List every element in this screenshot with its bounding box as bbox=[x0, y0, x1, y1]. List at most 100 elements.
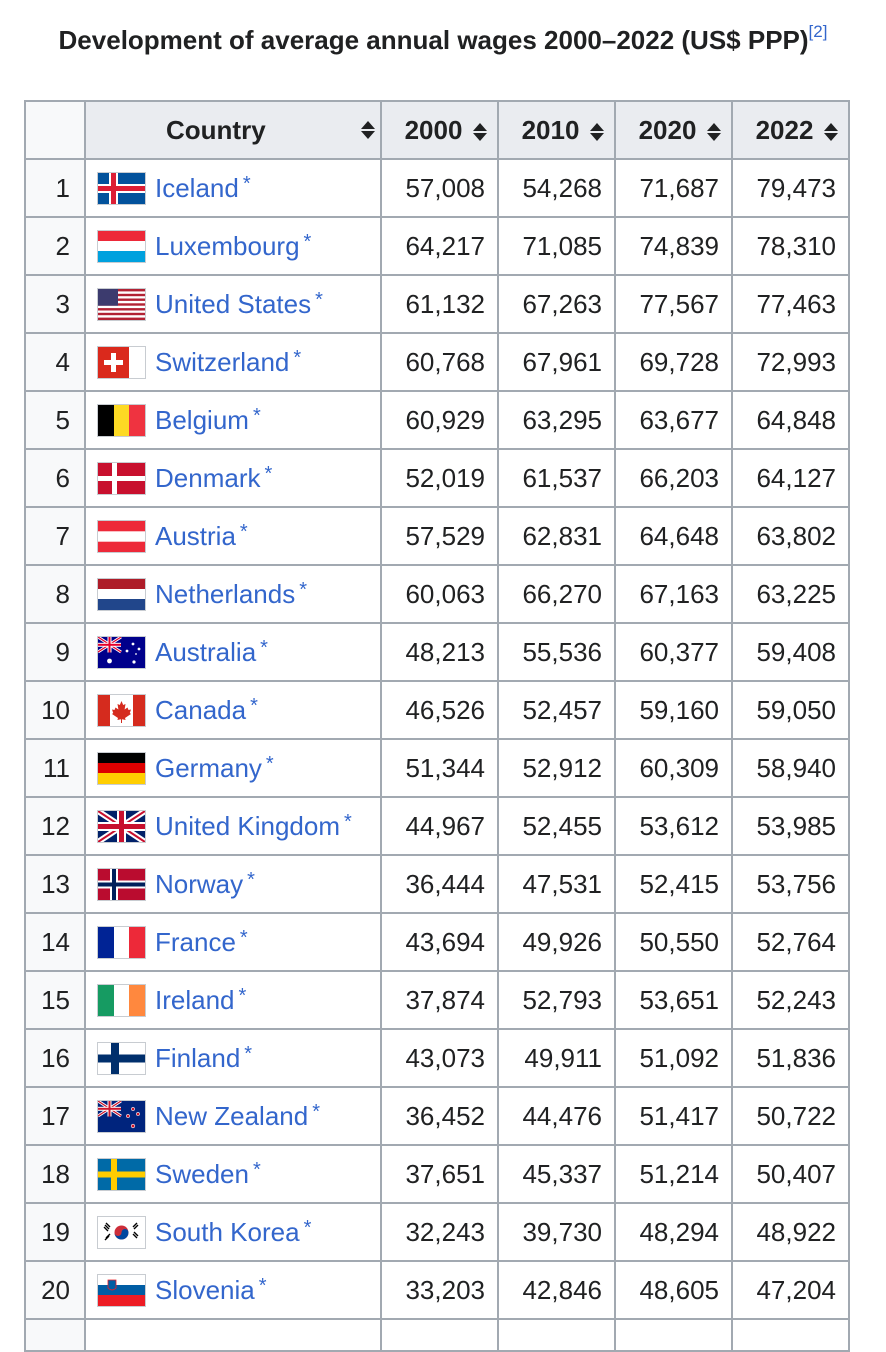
united-states-flag-icon[interactable] bbox=[98, 288, 145, 320]
asterisk-link[interactable]: * bbox=[259, 1275, 267, 1298]
country-link[interactable]: New Zealand bbox=[155, 1101, 308, 1132]
wage-2022-cell: 79,473 bbox=[731, 158, 850, 218]
france-flag-icon[interactable] bbox=[98, 926, 145, 958]
rank-cell: 1 bbox=[24, 158, 86, 218]
switzerland-flag-icon[interactable] bbox=[98, 346, 145, 378]
united-kingdom-flag-icon[interactable] bbox=[98, 810, 145, 842]
country-cell: Sweden * bbox=[84, 1144, 382, 1204]
australia-flag-icon[interactable] bbox=[98, 636, 145, 668]
country-link[interactable]: United Kingdom bbox=[155, 811, 340, 842]
wage-2022-cell: 50,407 bbox=[731, 1144, 850, 1204]
table-row: 6 Denmark * 52,019 61,537 66,203 64,127 bbox=[24, 448, 850, 508]
asterisk-link[interactable]: * bbox=[253, 405, 261, 428]
wage-2000-cell: 43,694 bbox=[380, 912, 499, 972]
asterisk-link[interactable]: * bbox=[260, 637, 268, 660]
asterisk-link[interactable]: * bbox=[253, 1159, 261, 1182]
table-row: 5 Belgium * 60,929 63,295 63,677 64,848 bbox=[24, 390, 850, 450]
asterisk-link[interactable]: * bbox=[304, 231, 312, 254]
table-row: 12 United Kingdom * 44,967 52,455 53,612 53,98… bbox=[24, 796, 850, 856]
country-link[interactable]: Luxembourg bbox=[155, 231, 300, 262]
wage-2000-cell: 60,929 bbox=[380, 390, 499, 450]
year-2020-label: 2020 bbox=[638, 114, 697, 145]
reference-link[interactable]: [2] bbox=[809, 22, 828, 41]
table-row: 20 Slovenia * 33,203 42,846 48,605 47,204 bbox=[24, 1260, 850, 1320]
wage-2010-cell: 49,911 bbox=[497, 1028, 616, 1088]
year-2000-label: 2000 bbox=[404, 114, 463, 145]
south-korea-flag-icon[interactable] bbox=[98, 1216, 145, 1248]
asterisk-link[interactable]: * bbox=[264, 463, 272, 486]
country-link[interactable]: Switzerland bbox=[155, 347, 289, 378]
asterisk-link[interactable]: * bbox=[247, 869, 255, 892]
country-link[interactable]: Sweden bbox=[155, 1159, 249, 1190]
reference-marker[interactable]: [2] bbox=[809, 22, 828, 41]
wage-2020-cell: 60,309 bbox=[614, 738, 733, 798]
country-link[interactable]: Austria bbox=[155, 521, 236, 552]
country-cell: Finland * bbox=[84, 1028, 382, 1088]
finland-flag-icon[interactable] bbox=[98, 1042, 145, 1074]
netherlands-flag-icon[interactable] bbox=[98, 578, 145, 610]
asterisk-link[interactable]: * bbox=[240, 927, 248, 950]
country-link[interactable]: United States bbox=[155, 289, 311, 320]
luxembourg-flag-icon[interactable] bbox=[98, 230, 145, 262]
country-link[interactable]: Canada bbox=[155, 695, 246, 726]
year-2020-header[interactable]: 2020 bbox=[614, 100, 733, 160]
country-cell: South Korea * bbox=[84, 1202, 382, 1262]
wage-2000-cell: 46,526 bbox=[380, 680, 499, 740]
country-link[interactable]: Belgium bbox=[155, 405, 249, 436]
year-2022-label: 2022 bbox=[755, 114, 814, 145]
asterisk-link[interactable]: * bbox=[312, 1101, 320, 1124]
table-row: 18 Sweden * 37,651 45,337 51,214 50,407 bbox=[24, 1144, 850, 1204]
year-2010-header[interactable]: 2010 bbox=[497, 100, 616, 160]
country-link[interactable]: Germany bbox=[155, 753, 262, 784]
asterisk-link[interactable]: * bbox=[243, 173, 251, 196]
table-row: 8 Netherlands * 60,063 66,270 67,163 63,225 bbox=[24, 564, 850, 624]
table-row: 3 United States * 61,132 67,263 77,567 77,463 bbox=[24, 274, 850, 334]
asterisk-link[interactable]: * bbox=[315, 289, 323, 312]
header-row: Country 2000 2010 2020 2022 bbox=[24, 100, 850, 160]
country-link[interactable]: Ireland bbox=[155, 985, 235, 1016]
wage-2022-cell: 64,848 bbox=[731, 390, 850, 450]
asterisk-link[interactable]: * bbox=[266, 753, 274, 776]
country-cell: Austria * bbox=[84, 506, 382, 566]
asterisk-link[interactable]: * bbox=[299, 579, 307, 602]
wage-2010-cell: 49,926 bbox=[497, 912, 616, 972]
belgium-flag-icon[interactable] bbox=[98, 404, 145, 436]
country-link[interactable]: South Korea bbox=[155, 1217, 300, 1248]
asterisk-link[interactable]: * bbox=[344, 811, 352, 834]
country-link[interactable]: Slovenia bbox=[155, 1275, 255, 1306]
country-link[interactable]: Australia bbox=[155, 637, 256, 668]
table-row: 10 Canada * 46,526 52,457 59,160 59,050 bbox=[24, 680, 850, 740]
year-2022-header[interactable]: 2022 bbox=[731, 100, 850, 160]
country-link[interactable]: Norway bbox=[155, 869, 243, 900]
asterisk-link[interactable]: * bbox=[239, 985, 247, 1008]
austria-flag-icon[interactable] bbox=[98, 520, 145, 552]
asterisk-link[interactable]: * bbox=[244, 1043, 252, 1066]
canada-flag-icon[interactable] bbox=[98, 694, 145, 726]
wage-2022-cell: 48,922 bbox=[731, 1202, 850, 1262]
country-cell: Norway * bbox=[84, 854, 382, 914]
sweden-flag-icon[interactable] bbox=[98, 1158, 145, 1190]
denmark-flag-icon[interactable] bbox=[98, 462, 145, 494]
country-link[interactable]: Finland bbox=[155, 1043, 240, 1074]
wage-2020-cell: 60,377 bbox=[614, 622, 733, 682]
norway-flag-icon[interactable] bbox=[98, 868, 145, 900]
iceland-flag-icon[interactable] bbox=[98, 172, 145, 204]
wage-2020-cell: 53,612 bbox=[614, 796, 733, 856]
slovenia-flag-icon[interactable] bbox=[98, 1274, 145, 1306]
asterisk-link[interactable]: * bbox=[250, 695, 258, 718]
country-link[interactable]: Denmark bbox=[155, 463, 260, 494]
wage-2020-cell: 59,160 bbox=[614, 680, 733, 740]
wage-2000-cell: 33,203 bbox=[380, 1260, 499, 1320]
asterisk-link[interactable]: * bbox=[293, 347, 301, 370]
asterisk-link[interactable]: * bbox=[304, 1217, 312, 1240]
year-2000-header[interactable]: 2000 bbox=[380, 100, 499, 160]
country-link[interactable]: France bbox=[155, 927, 236, 958]
wage-2020-cell: 63,677 bbox=[614, 390, 733, 450]
new-zealand-flag-icon[interactable] bbox=[98, 1100, 145, 1132]
ireland-flag-icon[interactable] bbox=[98, 984, 145, 1016]
country-link[interactable]: Netherlands bbox=[155, 579, 295, 610]
asterisk-link[interactable]: * bbox=[240, 521, 248, 544]
germany-flag-icon[interactable] bbox=[98, 752, 145, 784]
country-link[interactable]: Iceland bbox=[155, 173, 239, 204]
country-header[interactable]: Country bbox=[84, 100, 382, 160]
